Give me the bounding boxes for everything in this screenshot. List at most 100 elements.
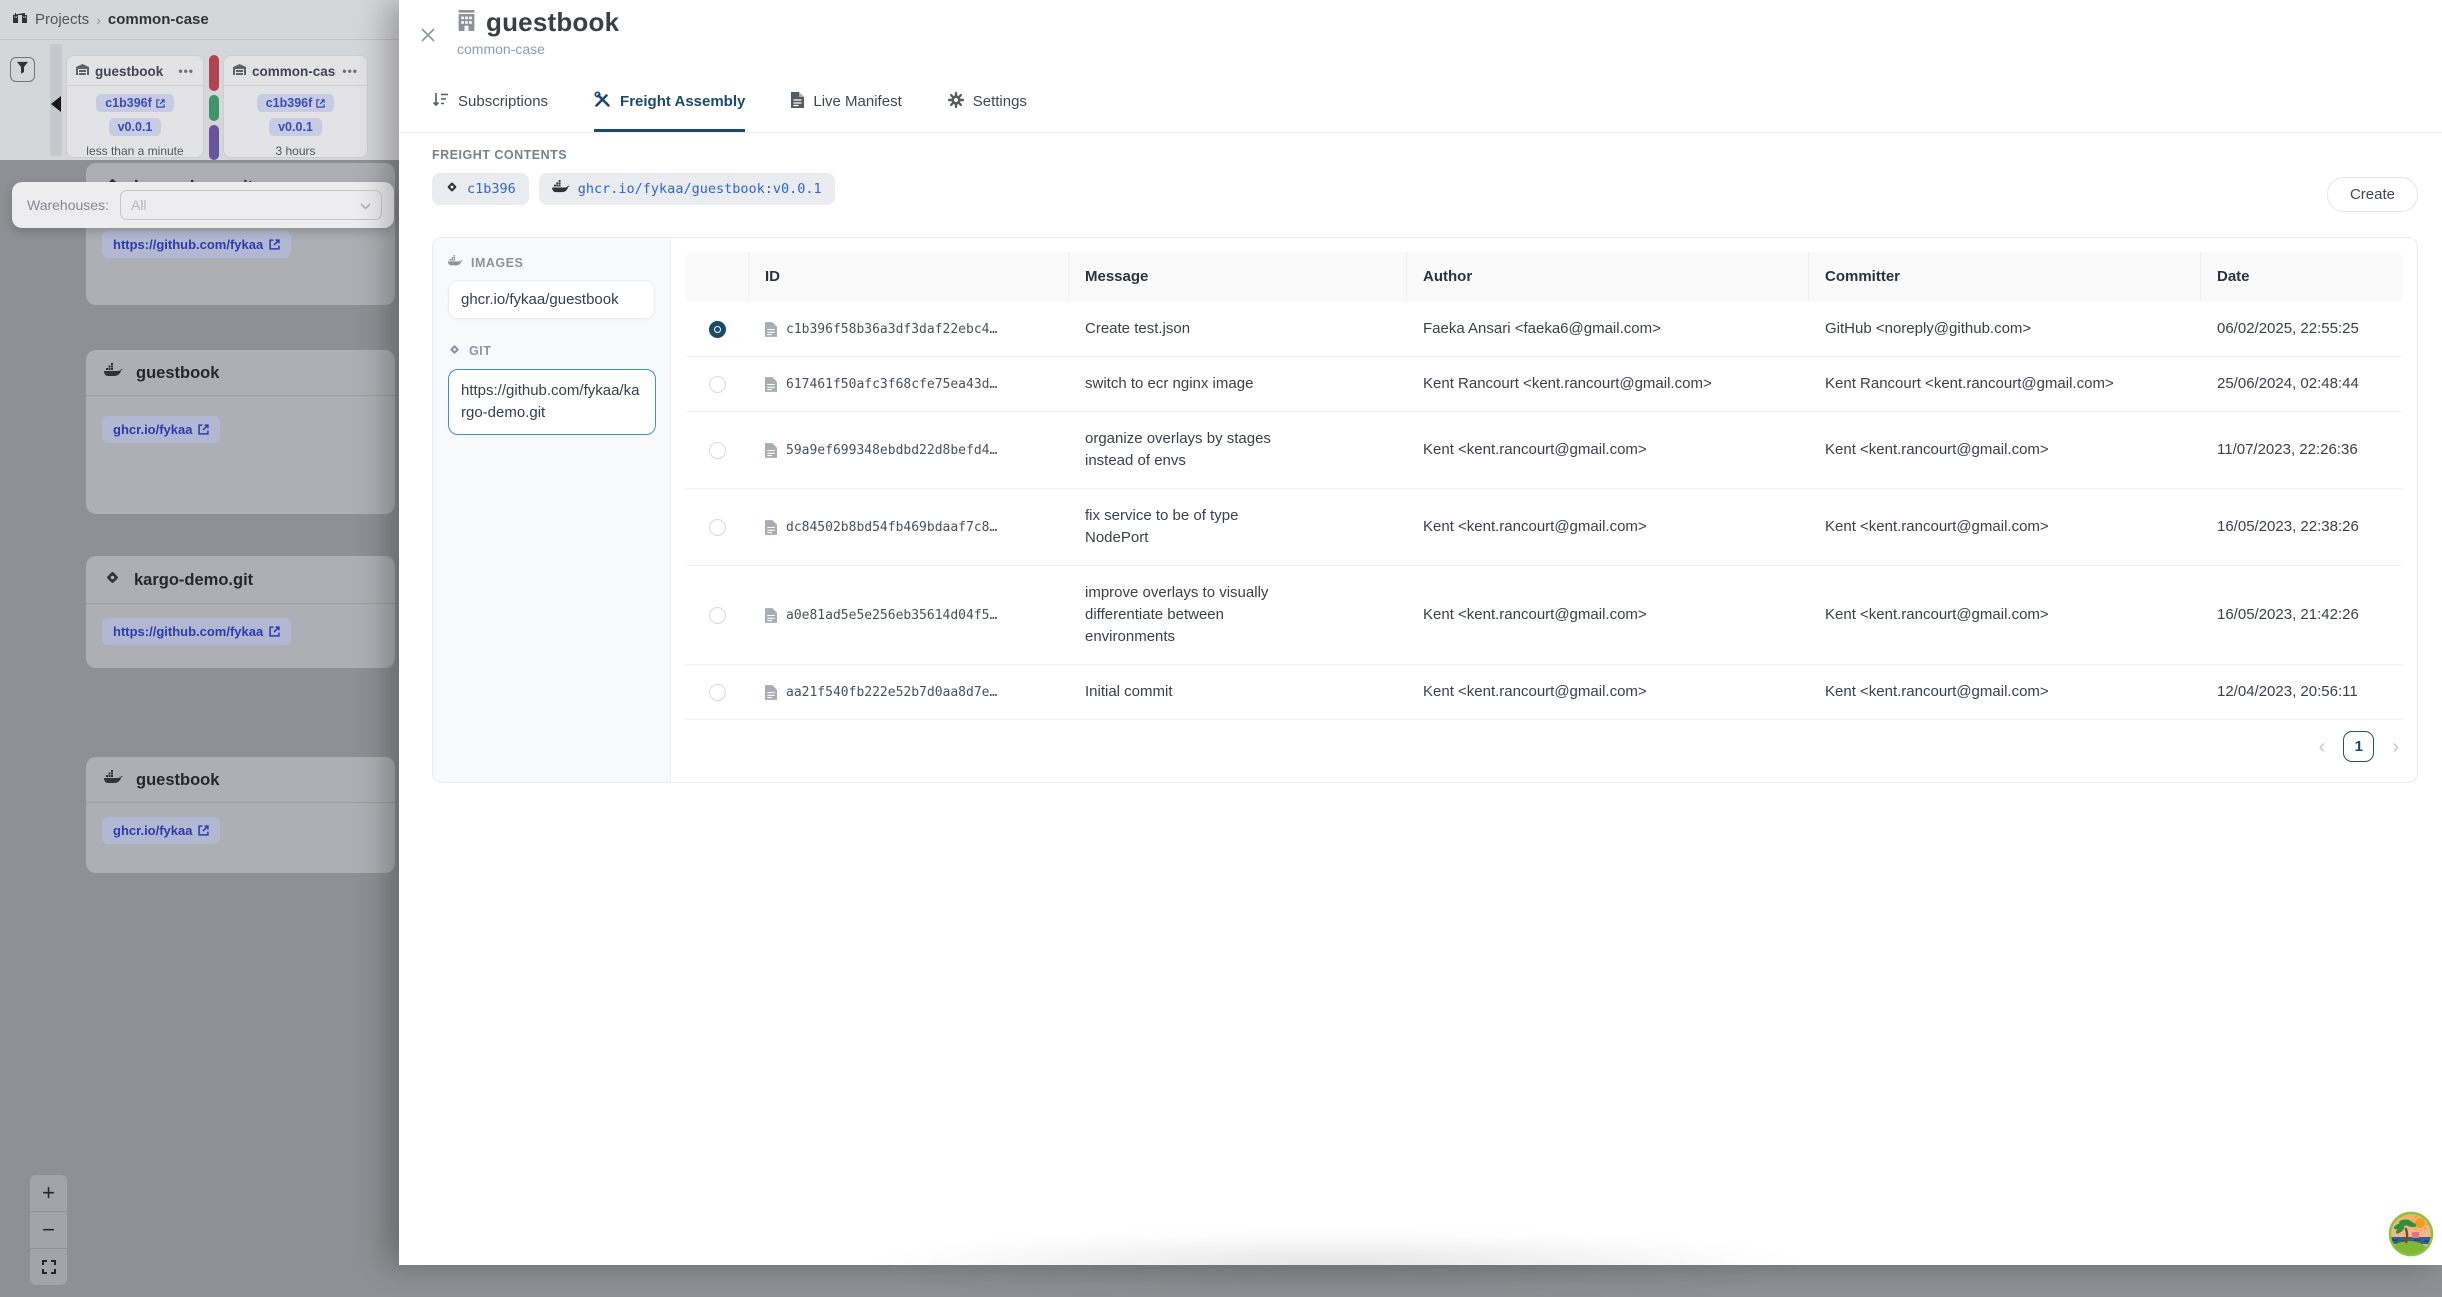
version-chip[interactable]: v0.0.1 bbox=[269, 118, 322, 136]
repo-link-chip[interactable]: https://github.com/fykaa bbox=[102, 231, 291, 258]
commit-message: improve overlays to visually differentia… bbox=[1069, 582, 1321, 648]
collapse-arrow-icon[interactable] bbox=[51, 96, 61, 112]
image-card-guestbook-1[interactable]: guestbook ghcr.io/fykaa bbox=[86, 350, 395, 514]
commit-date: 16/05/2023, 21:42:26 bbox=[2201, 604, 2403, 626]
row-radio[interactable] bbox=[709, 519, 726, 536]
header-message: Message bbox=[1069, 252, 1407, 302]
island-badge[interactable] bbox=[2386, 1209, 2436, 1259]
repo-card-kargo-demo-2[interactable]: kargo-demo.git https://github.com/fykaa bbox=[86, 556, 395, 668]
fit-view-button[interactable] bbox=[30, 1249, 67, 1285]
image-repo-item[interactable]: ghcr.io/fykaa/guestbook bbox=[448, 280, 655, 319]
tab-subscriptions[interactable]: Subscriptions bbox=[432, 76, 548, 132]
file-icon bbox=[765, 608, 777, 623]
commit-id: aa21f540fb222e52b7d0aa8d7e… bbox=[786, 685, 997, 700]
warehouse-icon bbox=[76, 62, 89, 80]
table-row[interactable]: a0e81ad5e5e256eb35614d04f5… improve over… bbox=[685, 566, 2403, 665]
image-link-chip[interactable]: ghcr.io/fykaa bbox=[102, 817, 220, 844]
tab-settings[interactable]: Settings bbox=[948, 76, 1027, 132]
commit-id: 617461f50afc3f68cfe75ea43d… bbox=[786, 377, 997, 392]
commit-chip[interactable]: c1b396f bbox=[257, 94, 335, 112]
tab-freight-assembly[interactable]: Freight Assembly bbox=[594, 76, 745, 132]
next-page-button[interactable]: › bbox=[2392, 732, 2399, 762]
pipeline-canvas: kargo-demo.git https://github.com/fykaa … bbox=[0, 160, 399, 1265]
card-title: guestbook bbox=[136, 364, 219, 383]
funnel-icon bbox=[16, 61, 29, 79]
file-icon bbox=[765, 443, 777, 458]
zoom-in-button[interactable]: + bbox=[30, 1175, 67, 1211]
table-row[interactable]: aa21f540fb222e52b7d0aa8d7e… Initial comm… bbox=[685, 665, 2403, 720]
git-commit-icon bbox=[104, 569, 121, 591]
image-link-chip[interactable]: ghcr.io/fykaa bbox=[102, 416, 220, 443]
stage-pill-red bbox=[209, 55, 219, 91]
git-repo-input[interactable]: https://github.com/fykaa/kargo-demo.git bbox=[448, 369, 656, 435]
tools-icon bbox=[594, 91, 611, 112]
pipeline-strip: guestbook ••• c1b396f v0.0.1 less than a… bbox=[0, 40, 399, 160]
commit-committer: Kent <kent.rancourt@gmail.com> bbox=[1809, 439, 2201, 461]
subscriptions-sidebar: IMAGES ghcr.io/fykaa/guestbook GIT https… bbox=[433, 238, 671, 782]
freight-contents-tags: c1b396 ghcr.io/fykaa/guestbook:v0.0.1 bbox=[432, 173, 835, 205]
minicard-menu-dots[interactable]: ••• bbox=[342, 64, 358, 78]
commit-chip[interactable]: c1b396f bbox=[96, 94, 174, 112]
row-radio[interactable] bbox=[709, 442, 726, 459]
table-row[interactable]: dc84502b8bd54fb469bdaaf7c8… fix service … bbox=[685, 489, 2403, 566]
images-section-label: IMAGES bbox=[448, 255, 655, 270]
commit-date: 25/06/2024, 02:48:44 bbox=[2201, 373, 2403, 395]
gear-icon bbox=[948, 92, 964, 112]
row-radio[interactable] bbox=[709, 607, 726, 624]
minicard-title: common-case bbox=[252, 64, 336, 79]
image-tag[interactable]: ghcr.io/fykaa/guestbook:v0.0.1 bbox=[539, 173, 835, 205]
freight-age: 3 hours bbox=[275, 144, 315, 158]
create-button[interactable]: Create bbox=[2327, 177, 2418, 212]
freight-assembly-panel: IMAGES ghcr.io/fykaa/guestbook GIT https… bbox=[432, 237, 2418, 783]
filter-button[interactable] bbox=[10, 57, 35, 82]
docker-icon bbox=[552, 180, 570, 198]
freight-contents-label: FREIGHT CONTENTS bbox=[432, 148, 567, 162]
warehouse-drawer: guestbook common-case Subscriptions Frei… bbox=[399, 0, 2442, 1265]
stage-color-pills bbox=[209, 55, 219, 160]
row-radio[interactable] bbox=[709, 376, 726, 393]
warehouse-minicard-common-case[interactable]: common-case ••• c1b396f v0.0.1 3 hours bbox=[223, 55, 368, 158]
table-row[interactable]: 59a9ef699348ebdbd22d8befd4… organize ove… bbox=[685, 412, 2403, 489]
prev-page-button[interactable]: ‹ bbox=[2319, 732, 2326, 762]
commit-date: 16/05/2023, 22:38:26 bbox=[2201, 516, 2403, 538]
table-row[interactable]: 617461f50afc3f68cfe75ea43d… switch to ec… bbox=[685, 357, 2403, 412]
chevron-down-icon bbox=[360, 197, 371, 213]
row-radio[interactable] bbox=[709, 684, 726, 701]
git-commit-icon bbox=[448, 343, 461, 359]
warehouse-building-icon bbox=[457, 10, 476, 36]
commit-committer: Kent Rancourt <kent.rancourt@gmail.com> bbox=[1809, 373, 2201, 395]
file-icon bbox=[791, 92, 804, 112]
table-row[interactable]: c1b396f58b36a3df3daf22ebc4… Create test.… bbox=[685, 302, 2403, 357]
drawer-tabs: Subscriptions Freight Assembly Live Mani… bbox=[399, 76, 2442, 133]
image-card-guestbook-2[interactable]: guestbook ghcr.io/fykaa bbox=[86, 757, 395, 873]
commit-tag[interactable]: c1b396 bbox=[432, 173, 529, 205]
commit-id: dc84502b8bd54fb469bdaaf7c8… bbox=[786, 520, 997, 535]
docker-icon bbox=[104, 770, 123, 790]
warehouse-minicard-guestbook[interactable]: guestbook ••• c1b396f v0.0.1 less than a… bbox=[66, 55, 204, 158]
breadcrumb-current: common-case bbox=[108, 11, 209, 28]
version-chip[interactable]: v0.0.1 bbox=[109, 118, 162, 136]
file-icon bbox=[765, 685, 777, 700]
tab-live-manifest[interactable]: Live Manifest bbox=[791, 76, 901, 132]
commit-message: switch to ecr nginx image bbox=[1069, 373, 1321, 395]
drawer-subtitle: common-case bbox=[457, 41, 545, 57]
zoom-out-button[interactable]: − bbox=[30, 1212, 67, 1248]
commit-message: Create test.json bbox=[1069, 318, 1321, 340]
canvas-zoom-controls: + − bbox=[30, 1175, 67, 1285]
warehouses-select[interactable]: All bbox=[120, 190, 382, 220]
page-1-button[interactable]: 1 bbox=[2343, 731, 2374, 762]
card-title: kargo-demo.git bbox=[134, 571, 253, 590]
breadcrumb-projects[interactable]: Projects bbox=[35, 11, 89, 28]
commit-author: Kent <kent.rancourt@gmail.com> bbox=[1407, 681, 1809, 703]
commit-message: organize overlays by stages instead of e… bbox=[1069, 428, 1321, 472]
commit-author: Kent <kent.rancourt@gmail.com> bbox=[1407, 516, 1809, 538]
warehouse-icon bbox=[233, 62, 246, 80]
minicard-menu-dots[interactable]: ••• bbox=[178, 64, 194, 78]
row-radio-selected[interactable] bbox=[709, 321, 726, 338]
warehouses-filter-bar: Warehouses: All bbox=[12, 182, 394, 228]
close-button[interactable] bbox=[420, 27, 436, 43]
commit-author: Kent Rancourt <kent.rancourt@gmail.com> bbox=[1407, 373, 1809, 395]
warehouses-label: Warehouses: bbox=[27, 197, 109, 213]
repo-link-chip[interactable]: https://github.com/fykaa bbox=[102, 618, 291, 645]
header-date: Date bbox=[2201, 252, 2403, 302]
